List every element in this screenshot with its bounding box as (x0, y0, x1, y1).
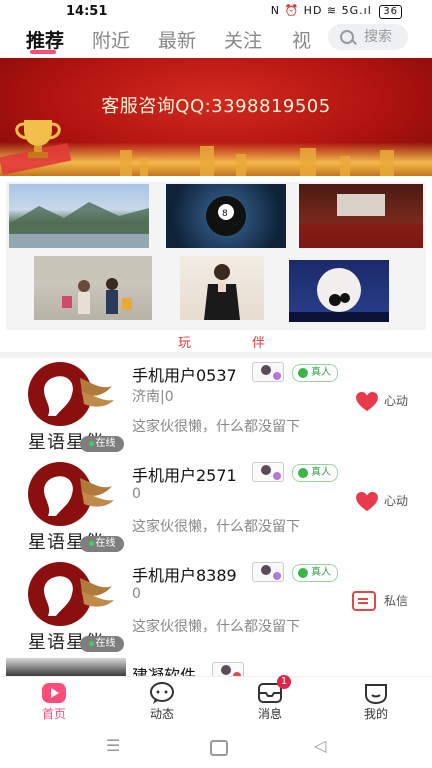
user-location: 济南|0 (132, 389, 174, 405)
grid-caption-left: 玩 (178, 336, 192, 351)
user-name[interactable]: 建凝软件 (132, 662, 196, 676)
online-badge: 在线 (80, 436, 124, 452)
avatar[interactable]: 星语星伴 在线 (22, 560, 124, 653)
grid-photo-billiard[interactable]: 8 (166, 184, 286, 248)
user-location: 0 (132, 486, 141, 502)
user-card[interactable]: 星语星伴 在线 手机用户0537 真人 济南|0 这家伙很懒，什么都没留下 心动 (0, 358, 432, 458)
grid-photo-shopping[interactable] (34, 256, 152, 320)
female-tag-icon (252, 462, 284, 482)
trophy-icon (15, 120, 61, 158)
message-label: 私信 (383, 594, 408, 608)
like-button[interactable]: 心动 (356, 492, 408, 514)
menu-icon[interactable]: ☰ (106, 736, 120, 755)
user-card[interactable]: 建凝软件 (0, 656, 432, 676)
grid-photo-cinema[interactable] (299, 184, 423, 248)
online-dot-icon (88, 540, 94, 546)
profile-face-icon (365, 684, 387, 705)
nav-profile[interactable]: 我的 (346, 681, 406, 722)
online-badge: 在线 (80, 636, 124, 652)
check-icon (298, 568, 308, 578)
like-label: 心动 (383, 394, 408, 408)
heart-icon (356, 492, 378, 512)
verified-badge: 真人 (292, 464, 338, 482)
user-name[interactable]: 手机用户8389 (132, 562, 237, 586)
avatar[interactable] (6, 658, 126, 676)
message-button[interactable]: 私信 (351, 591, 408, 614)
status-bar: 14:51 N ⏰ HD ≋ 5G.ıl 36 (0, 0, 432, 22)
like-label: 心动 (383, 494, 408, 508)
check-icon (298, 468, 308, 478)
user-name[interactable]: 手机用户0537 (132, 362, 237, 386)
tab-recommend[interactable]: 推荐 (26, 26, 64, 53)
grid-photo-landscape[interactable] (9, 184, 149, 248)
female-tag-icon (212, 662, 244, 676)
grid-photo-moon[interactable] (289, 260, 389, 322)
tab-following[interactable]: 关注 (224, 26, 262, 53)
nav-messages-label: 消息 (257, 707, 282, 721)
back-icon[interactable]: ◁ (314, 736, 326, 755)
search-icon (340, 30, 354, 44)
verified-badge: 真人 (292, 564, 338, 582)
user-card[interactable]: 星语星伴 在线 手机用户2571 真人 0 这家伙很懒，什么都没留下 心动 (0, 458, 432, 558)
heart-icon (356, 392, 378, 412)
grid-caption: 玩 伴 (0, 330, 432, 352)
nav-messages[interactable]: 1 消息 (240, 675, 300, 722)
status-icons: N ⏰ HD ≋ 5G.ıl 36 (271, 4, 402, 19)
tab-latest[interactable]: 最新 (158, 26, 196, 53)
user-bio: 这家伙很懒，什么都没留下 (132, 619, 300, 635)
home-square-icon[interactable] (210, 740, 228, 756)
nav-home[interactable]: 首页 (24, 681, 84, 722)
svg-text:8: 8 (222, 209, 228, 219)
verified-badge: 真人 (292, 364, 338, 382)
online-dot-icon (88, 640, 94, 646)
grid-caption-right: 伴 (252, 336, 266, 351)
user-card[interactable]: 星语星伴 在线 手机用户8389 真人 0 这家伙很懒，什么都没留下 私信 (0, 558, 432, 658)
nav-profile-label: 我的 (363, 707, 388, 721)
check-icon (298, 368, 308, 378)
status-signal-icons: N ⏰ HD ≋ 5G.ıl (270, 4, 372, 17)
bottom-nav: 首页 动态 1 消息 我的 (0, 675, 432, 727)
search-label: 搜索 (364, 29, 392, 45)
online-dot-icon (88, 440, 94, 446)
banner-text: 客服咨询QQ:3398819505 (101, 96, 331, 117)
tab-video[interactable]: 视 (292, 26, 311, 53)
like-button[interactable]: 心动 (356, 392, 408, 414)
user-bio: 这家伙很懒，什么都没留下 (132, 519, 300, 535)
photo-grid: 8 (6, 182, 426, 330)
grid-photo-woman[interactable] (180, 256, 264, 320)
nav-moments-label: 动态 (149, 707, 174, 721)
user-name[interactable]: 手机用户2571 (132, 462, 237, 486)
message-count-badge: 1 (277, 675, 291, 689)
user-location: 0 (132, 586, 141, 602)
message-icon (351, 591, 376, 611)
nav-moments[interactable]: 动态 (132, 681, 192, 722)
battery-icon: 36 (379, 5, 402, 19)
chat-bubble-icon (150, 682, 174, 704)
online-badge: 在线 (80, 536, 124, 552)
status-time: 14:51 (66, 4, 108, 19)
user-bio: 这家伙很懒，什么都没留下 (132, 419, 300, 435)
active-tab-indicator (30, 50, 56, 54)
avatar[interactable]: 星语星伴 在线 (22, 460, 124, 553)
nav-home-label: 首页 (41, 707, 66, 721)
female-tag-icon (252, 562, 284, 582)
search-button[interactable]: 搜索 (328, 24, 408, 50)
female-tag-icon (252, 362, 284, 382)
avatar[interactable]: 星语星伴 在线 (22, 360, 124, 453)
home-icon (42, 683, 66, 703)
tab-nearby[interactable]: 附近 (92, 26, 130, 53)
system-nav-bar: ☰ ◁ (0, 726, 432, 768)
promo-banner[interactable]: 客服咨询QQ:3398819505 (0, 58, 432, 176)
